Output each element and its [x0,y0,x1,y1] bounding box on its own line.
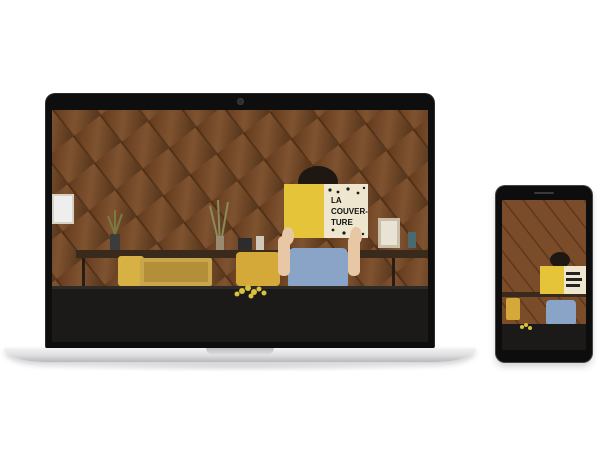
photo-scene: LA COUVER- TURE [52,110,428,342]
laptop-base [4,348,476,362]
chair-right [236,252,280,286]
phone-speaker [534,192,554,194]
laptop-bezel: LA COUVER- TURE [46,94,434,348]
phone-photo-scene [502,200,586,350]
laptop-notch [206,348,274,354]
vase [110,234,120,250]
book-title-line-2: COUVER- [331,207,368,216]
book-title-line-1: LA [331,196,342,205]
camera-icon [237,98,244,105]
smartphone-mockup [496,186,592,362]
book-title-line-3: TURE [331,218,353,227]
table [52,286,428,342]
phone-screen [502,200,586,350]
laptop-screen: LA COUVER- TURE [52,110,428,342]
shirt [288,248,348,290]
